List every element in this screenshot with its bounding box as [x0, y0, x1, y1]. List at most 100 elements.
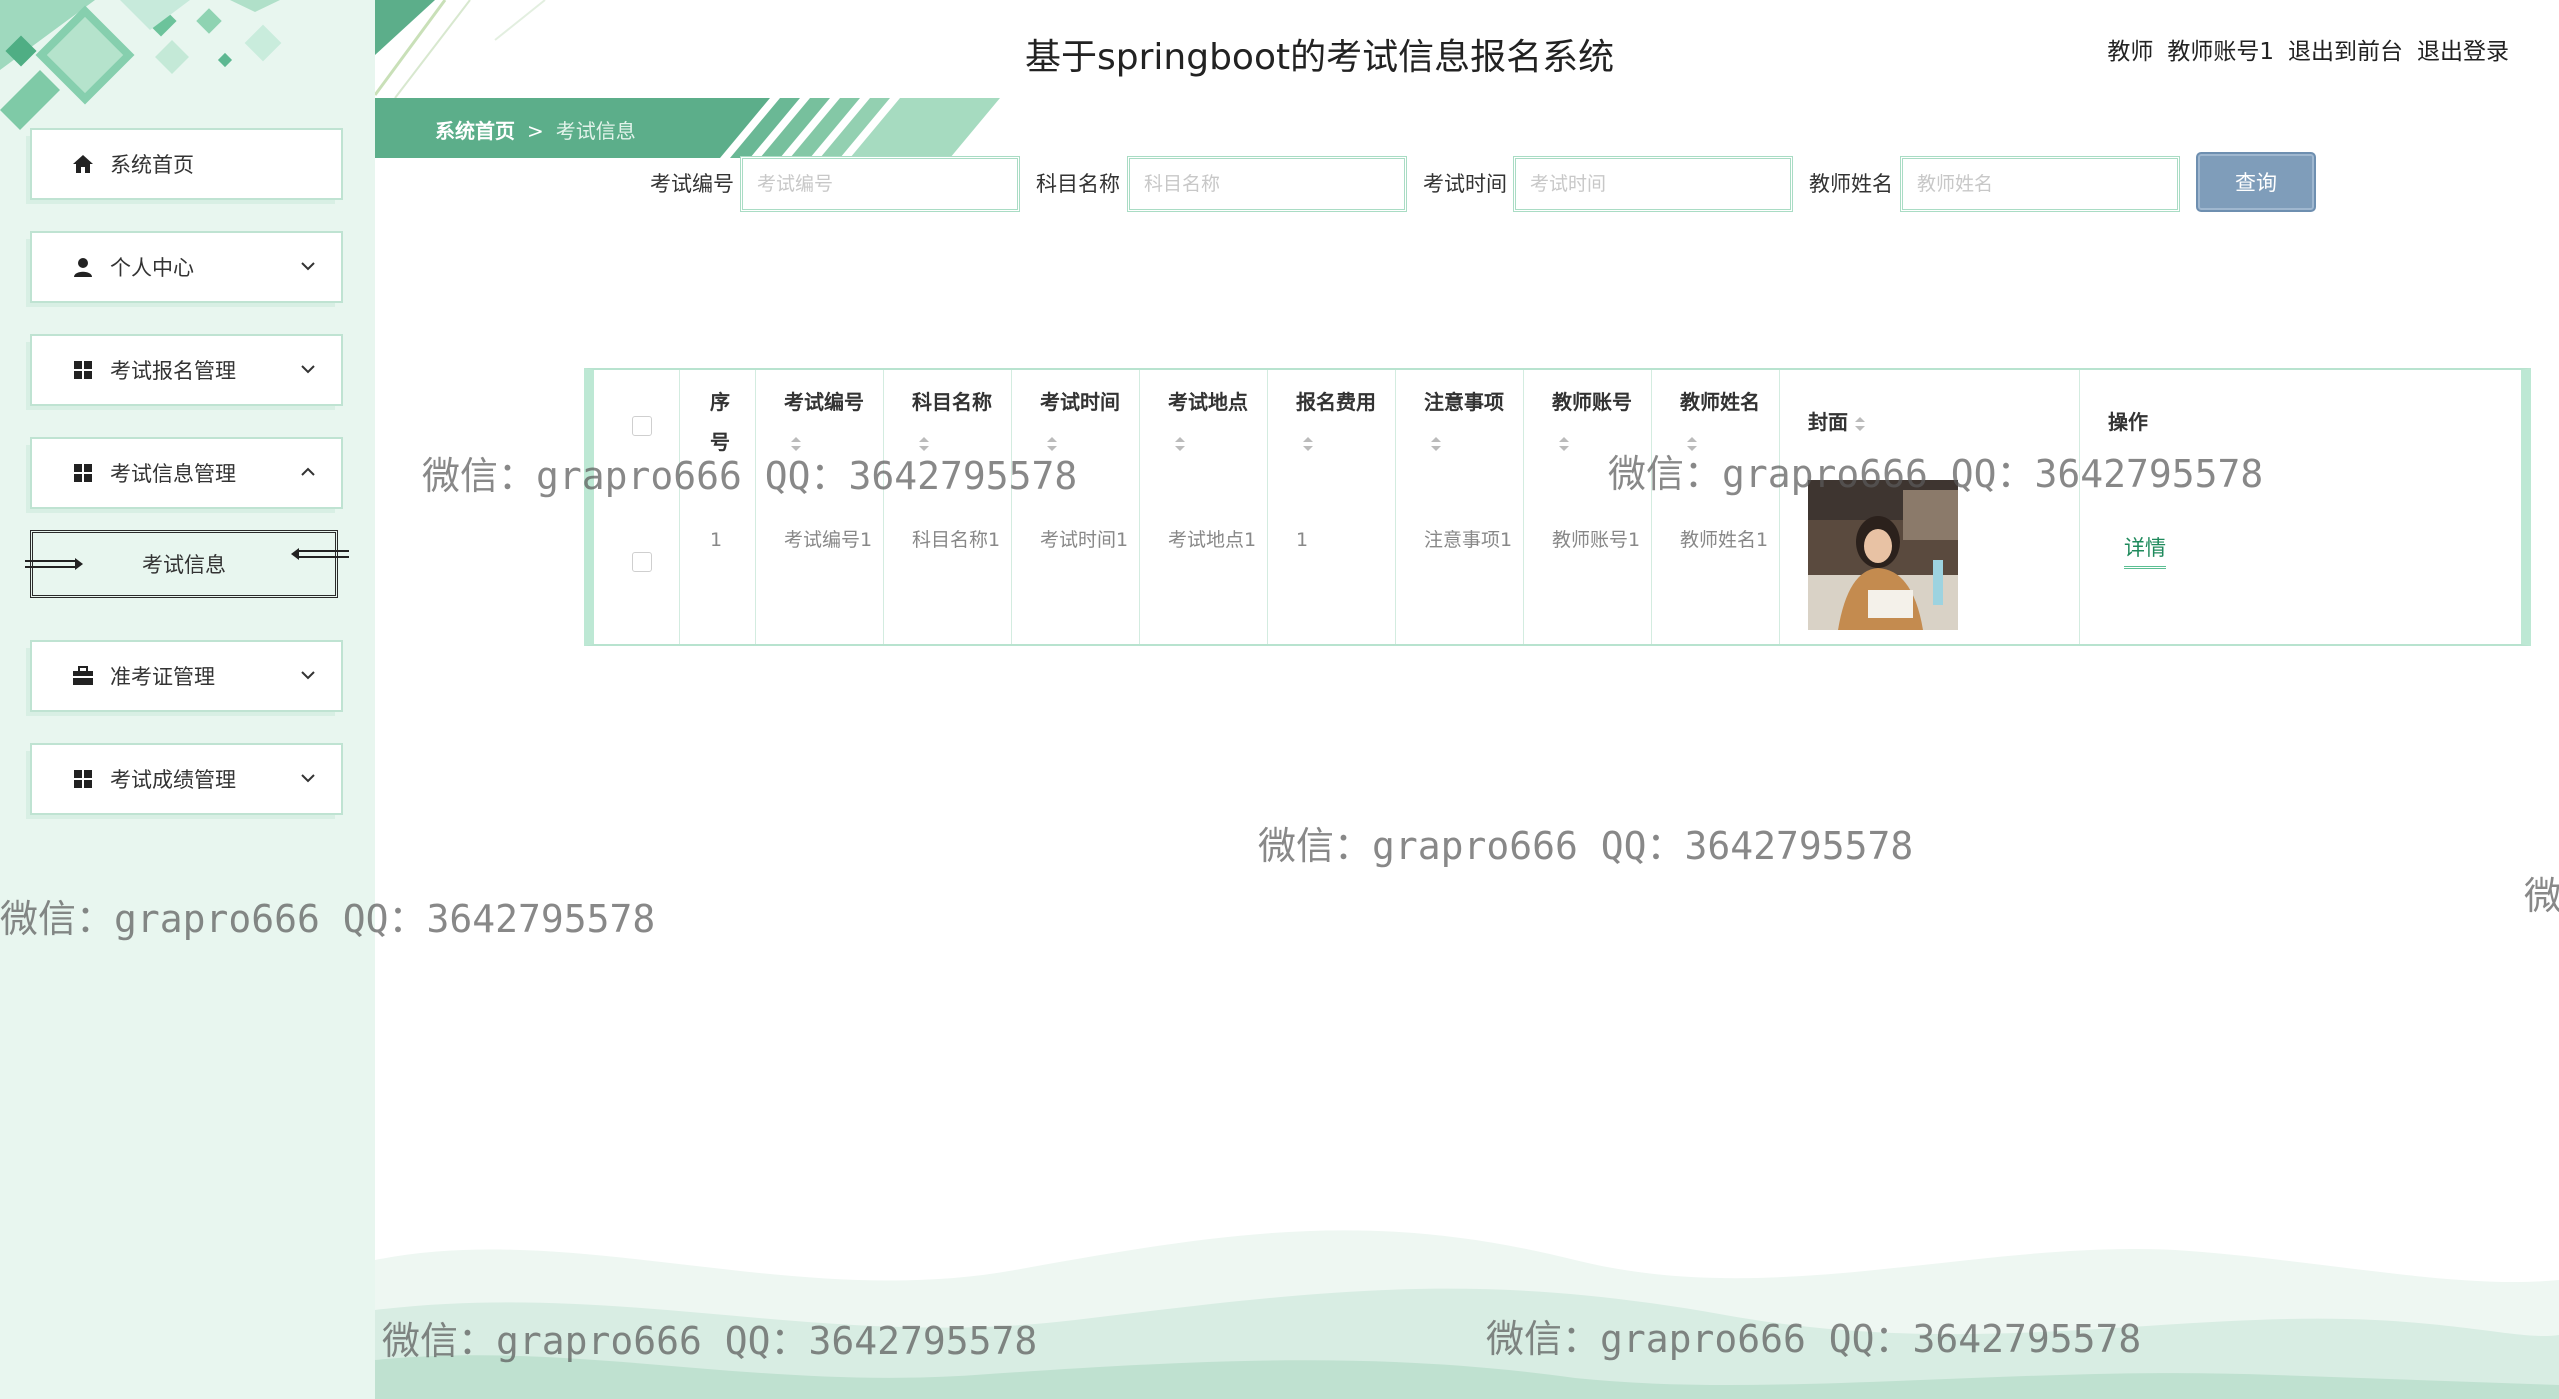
- breadcrumb-separator: >: [527, 119, 544, 143]
- column-index: 序号 1: [680, 370, 756, 644]
- sidebar-item-personal-center[interactable]: 个人中心: [30, 231, 343, 303]
- chevron-down-icon: [301, 262, 315, 271]
- cell-place: 考试地点1: [1168, 529, 1257, 551]
- arrow-right-icon: [25, 558, 83, 570]
- watermark: 微信：grapro666 QQ：3642795578: [1608, 452, 2264, 496]
- watermark: 微信：grapro666 QQ：3642795578: [1258, 824, 1914, 868]
- subject-input[interactable]: [1127, 156, 1407, 212]
- breadcrumb-home[interactable]: 系统首页: [435, 119, 515, 143]
- column-cover: 封面: [1780, 370, 2080, 644]
- cell-notes: 注意事项1: [1424, 529, 1513, 551]
- home-icon: [72, 153, 94, 175]
- sidebar-item-label: 考试成绩管理: [110, 768, 236, 792]
- select-all-checkbox[interactable]: [632, 416, 652, 436]
- sidebar: 系统首页 个人中心 考试报名管理 考试信息管理 考试信息 准考证管理 考试成绩管…: [0, 0, 375, 1399]
- cell-teacher-account: 教师账号1: [1552, 529, 1641, 551]
- header-decoration: [375, 0, 546, 99]
- header-label: 考试地点: [1168, 390, 1248, 414]
- sidebar-item-label: 个人中心: [110, 256, 194, 280]
- grid-icon: [72, 768, 94, 790]
- header-label: 注意事项: [1424, 390, 1504, 414]
- chevron-down-icon: [301, 365, 315, 374]
- logout-link[interactable]: 退出登录: [2417, 32, 2509, 66]
- sidebar-item-label: 考试信息管理: [110, 462, 236, 486]
- sort-icon: [1559, 436, 1569, 451]
- exam-time-input[interactable]: [1513, 156, 1793, 212]
- briefcase-icon: [72, 665, 94, 687]
- cell-fee: 1: [1296, 529, 1309, 551]
- row-checkbox[interactable]: [632, 552, 652, 572]
- header-label: 考试时间: [1040, 390, 1120, 414]
- column-time: 考试时间 考试时间1: [1012, 370, 1140, 644]
- column-teacher-account: 教师账号 教师账号1: [1524, 370, 1652, 644]
- watermark: 微信：grapro666 QQ：3642795578: [422, 454, 1078, 498]
- sidebar-item-exam-scores[interactable]: 考试成绩管理: [30, 743, 343, 815]
- cell-exam-no: 考试编号1: [784, 529, 873, 551]
- checkbox-column: [594, 370, 680, 644]
- header-label: 考试编号: [784, 390, 864, 414]
- user-role: 教师: [2107, 39, 2154, 65]
- cell-time: 考试时间1: [1040, 529, 1129, 551]
- arrow-left-icon: [291, 548, 349, 560]
- breadcrumb: 系统首页 > 考试信息: [375, 98, 1000, 158]
- sidebar-item-label: 考试报名管理: [110, 359, 236, 383]
- sidebar-subitem-exam-info[interactable]: 考试信息: [25, 530, 349, 598]
- sidebar-item-label: 系统首页: [110, 153, 194, 177]
- header-cover[interactable]: 封面: [1808, 402, 2069, 442]
- sort-icon: [1303, 436, 1313, 451]
- subject-label: 科目名称: [1036, 172, 1120, 196]
- user-area: 教师 教师账号1 退出到前台 退出登录: [2107, 32, 2509, 66]
- grid-icon: [72, 462, 94, 484]
- sidebar-item-exam-info[interactable]: 考试信息管理: [30, 437, 343, 509]
- column-exam-no: 考试编号 考试编号1: [756, 370, 884, 644]
- header-place[interactable]: 考试地点: [1168, 382, 1257, 462]
- header-label: 报名费用: [1296, 390, 1376, 414]
- header-fee[interactable]: 报名费用: [1296, 382, 1385, 462]
- exam-time-label: 考试时间: [1423, 172, 1507, 196]
- sidebar-subitem-label: 考试信息: [142, 553, 226, 577]
- sidebar-item-admission-ticket[interactable]: 准考证管理: [30, 640, 343, 712]
- header-notes[interactable]: 注意事项: [1424, 382, 1513, 462]
- column-place: 考试地点 考试地点1: [1140, 370, 1268, 644]
- teacher-name-label: 教师姓名: [1809, 172, 1893, 196]
- cover-image: [1808, 480, 1958, 630]
- exam-no-label: 考试编号: [650, 172, 734, 196]
- user-account: 教师账号1: [2167, 39, 2274, 65]
- header-label: 科目名称: [912, 390, 992, 414]
- column-action: 操作 详情: [2080, 370, 2521, 644]
- exit-to-front-link[interactable]: 退出到前台: [2288, 32, 2403, 66]
- watermark: 微信：grapro666 QQ：3642795578: [1486, 1317, 2142, 1361]
- cell-teacher-name: 教师姓名1: [1680, 529, 1769, 551]
- query-button[interactable]: 查询: [2196, 152, 2316, 212]
- page-title: 基于springboot的考试信息报名系统: [1025, 37, 1615, 78]
- sort-icon: [1431, 436, 1441, 451]
- user-icon: [72, 256, 94, 278]
- detail-link[interactable]: 详情: [2124, 532, 2166, 569]
- bottom-wave-decoration: [375, 1230, 2559, 1399]
- sidebar-item-exam-registration[interactable]: 考试报名管理: [30, 334, 343, 406]
- sort-icon: [1175, 436, 1185, 451]
- header-action: 操作: [2108, 410, 2148, 434]
- sidebar-item-label: 准考证管理: [110, 665, 215, 689]
- grid-icon: [72, 359, 94, 381]
- watermark: 微信：grapro666 QQ：3642795578: [382, 1319, 1038, 1363]
- column-subject: 科目名称 科目名称1: [884, 370, 1012, 644]
- column-teacher-name: 教师姓名 教师姓名1: [1652, 370, 1780, 644]
- cell-subject: 科目名称1: [912, 529, 1001, 551]
- breadcrumb-current: 考试信息: [555, 119, 636, 143]
- exam-no-input[interactable]: [740, 156, 1020, 212]
- chevron-up-icon: [301, 467, 315, 476]
- chevron-down-icon: [301, 774, 315, 783]
- teacher-name-input[interactable]: [1900, 156, 2180, 212]
- header-label: 封面: [1808, 410, 1848, 434]
- watermark: 微信：grapro666 QQ：3642795578: [0, 897, 656, 941]
- column-fee: 报名费用 1: [1268, 370, 1396, 644]
- header-label: 教师账号: [1552, 390, 1632, 414]
- watermark: 微: [2524, 874, 2559, 918]
- data-table: 序号 1 考试编号 考试编号1 科目名称 科目名称1 考试时间 考试时间1 考试…: [584, 368, 2531, 646]
- sort-icon: [1855, 416, 1865, 431]
- header-label: 教师姓名: [1680, 390, 1760, 414]
- cell-index: 1: [710, 529, 723, 551]
- chevron-down-icon: [301, 671, 315, 680]
- sidebar-item-home[interactable]: 系统首页: [30, 128, 343, 200]
